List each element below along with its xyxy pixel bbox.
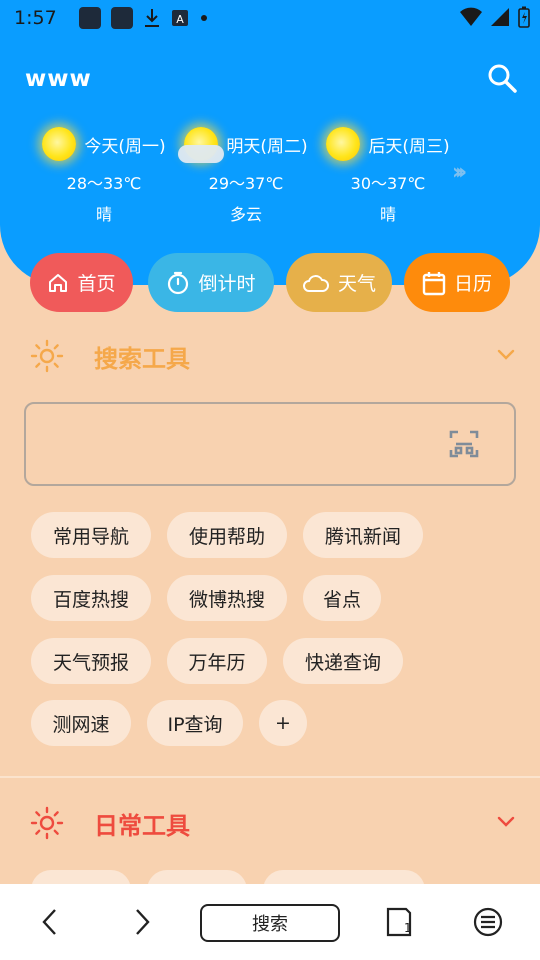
app-title: www: [25, 66, 92, 92]
weather-temp: 28～33℃: [66, 174, 142, 193]
svg-text:A: A: [176, 13, 184, 26]
tab-label: 日历: [453, 273, 492, 295]
tab-label: 倒计时: [198, 273, 256, 295]
cloud-sun-icon: [178, 127, 225, 163]
sun-icon: [42, 127, 77, 161]
weather-day-today[interactable]: 今天(周一) 28～33℃ 晴: [34, 124, 174, 224]
forward-button[interactable]: [112, 884, 172, 960]
timer-icon: [168, 271, 189, 294]
chip-tencent-news[interactable]: 腾讯新闻: [303, 512, 423, 558]
weather-day-after-tomorrow[interactable]: 后天(周三) 30～37℃ 晴: [318, 124, 458, 224]
section-title: 日常工具: [94, 811, 190, 840]
weather-day-name: 后天(周三): [368, 136, 450, 157]
double-chevron-right-icon[interactable]: ›››: [452, 160, 467, 185]
search-button[interactable]: 搜索: [200, 904, 340, 942]
add-chip-button[interactable]: +: [259, 700, 307, 746]
weather-day-name: 今天(周一): [84, 136, 166, 157]
back-button[interactable]: [20, 884, 80, 960]
section-header-search-tools[interactable]: 搜索工具: [30, 336, 520, 376]
search-input[interactable]: [24, 402, 516, 486]
weather-condition: 晴: [95, 205, 112, 224]
tab-calendar[interactable]: 日历: [404, 253, 510, 312]
chip-perpetual-calendar[interactable]: 万年历: [167, 638, 267, 684]
weather-condition: 晴: [379, 205, 396, 224]
tab-weather[interactable]: 天气: [286, 253, 392, 312]
tab-label: 首页: [77, 273, 116, 295]
calendar-icon: [422, 271, 446, 295]
sun-icon: [326, 127, 361, 161]
tab-label: 天气: [337, 273, 376, 295]
chevron-down-icon[interactable]: [496, 344, 516, 364]
section-header-daily-tools[interactable]: 日常工具: [30, 803, 520, 843]
divider: [0, 776, 540, 778]
tabs-count: 1: [404, 921, 412, 935]
menu-icon: [473, 907, 503, 937]
chip-common-navigation[interactable]: 常用导航: [31, 512, 151, 558]
dot-icon: [200, 15, 207, 21]
sun-outline-icon: [30, 806, 64, 840]
scan-icon[interactable]: [448, 428, 480, 460]
home-icon: [49, 273, 68, 292]
status-bar: 1:57 A: [0, 0, 540, 36]
weather-day-name: 明天(周二): [226, 136, 308, 157]
wifi-icon: [460, 7, 482, 26]
chevron-left-icon: [42, 909, 56, 935]
chip-help[interactable]: 使用帮助: [167, 512, 287, 558]
chip-shengdian[interactable]: 省点: [303, 575, 381, 621]
weather-temp: 30～37℃: [350, 174, 426, 193]
tab-home[interactable]: 首页: [30, 253, 133, 312]
font-icon: A: [171, 10, 188, 26]
bottom-nav: 搜索 1: [0, 884, 540, 960]
tab-countdown[interactable]: 倒计时: [148, 253, 274, 312]
status-time: 1:57: [14, 7, 57, 29]
signal-icon: [491, 8, 509, 26]
weather-day-tomorrow[interactable]: 明天(周二) 29～37℃ 多云: [176, 124, 316, 224]
app-square-icon: [78, 7, 101, 29]
section-title: 搜索工具: [94, 344, 190, 373]
weather-temp: 29～37℃: [208, 174, 284, 193]
sun-outline-icon: [30, 339, 64, 373]
weather-forecast: 今天(周一) 28～33℃ 晴 明天(周二) 29～37℃ 多云 后天(周三) …: [34, 124, 514, 224]
chip-express-query[interactable]: 快递查询: [283, 638, 403, 684]
weather-condition: 多云: [229, 205, 262, 224]
battery-icon: [518, 6, 530, 28]
chip-weather-forecast[interactable]: 天气预报: [31, 638, 151, 684]
cloud-icon: [303, 274, 329, 292]
chip-baidu-hot[interactable]: 百度热搜: [31, 575, 151, 621]
chip-weibo-hot[interactable]: 微博热搜: [167, 575, 287, 621]
app-square-icon: [110, 7, 133, 29]
chevron-down-icon[interactable]: [496, 811, 516, 831]
download-icon: [144, 9, 159, 27]
search-icon: [488, 64, 517, 93]
tabs-button[interactable]: 1: [370, 884, 430, 960]
chip-speed-test[interactable]: 测网速: [31, 700, 131, 746]
chip-ip-query[interactable]: IP查询: [147, 700, 243, 746]
chevron-right-icon: [136, 909, 150, 935]
search-button[interactable]: [486, 62, 518, 94]
menu-button[interactable]: [458, 884, 518, 960]
